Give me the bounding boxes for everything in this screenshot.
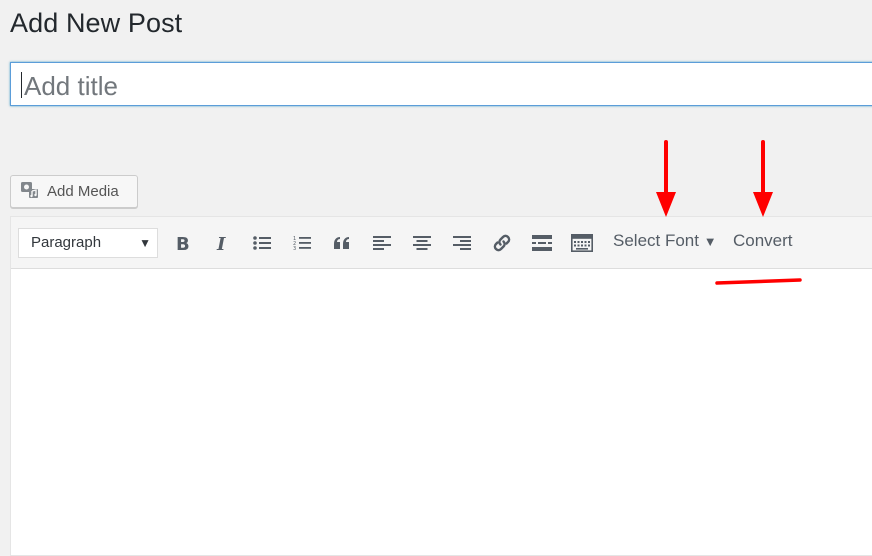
post-title-input[interactable]: Add title — [10, 62, 872, 106]
dropdown-arrow-icon: ▼ — [139, 236, 151, 250]
format-select-value: Paragraph — [31, 234, 102, 251]
read-more-button[interactable] — [529, 230, 555, 256]
align-right-button[interactable] — [449, 230, 475, 256]
annotation-arrow-select-font — [656, 140, 676, 217]
svg-text:B: B — [176, 234, 190, 252]
editor-toolbar: Paragraph ▼ B I 1 2 3 Select Font ▼ Conv… — [11, 217, 872, 269]
text-caret — [21, 72, 22, 98]
annotation-arrow-convert — [753, 140, 773, 217]
align-left-icon — [373, 236, 391, 250]
blockquote-icon — [334, 237, 349, 249]
italic-button[interactable]: I — [209, 230, 235, 256]
add-media-label: Add Media — [47, 183, 119, 200]
link-icon — [493, 234, 511, 252]
post-editor: Paragraph ▼ B I 1 2 3 Select Font ▼ Conv… — [10, 216, 872, 556]
convert-button[interactable]: Convert — [733, 231, 793, 251]
align-center-button[interactable] — [409, 230, 435, 256]
keyboard-icon — [571, 234, 593, 252]
select-font-dropdown[interactable]: Select Font ▼ — [613, 231, 717, 251]
add-media-button[interactable]: Add Media — [10, 175, 138, 208]
title-placeholder: Add title — [24, 71, 118, 101]
dropdown-arrow-icon: ▼ — [703, 234, 717, 249]
align-right-icon — [453, 236, 471, 250]
numbered-list-button[interactable]: 1 2 3 — [289, 230, 315, 256]
bulleted-list-icon — [253, 236, 271, 250]
svg-text:3: 3 — [293, 246, 296, 251]
select-font-label: Select Font — [613, 231, 699, 250]
bold-icon: B — [176, 234, 190, 252]
media-camera-icon — [20, 180, 40, 204]
editor-content-area[interactable] — [11, 269, 872, 555]
align-left-button[interactable] — [369, 230, 395, 256]
bold-button[interactable]: B — [169, 230, 195, 256]
convert-label: Convert — [733, 231, 793, 250]
numbered-list-icon: 1 2 3 — [293, 236, 311, 251]
bulleted-list-button[interactable] — [249, 230, 275, 256]
page-title: Add New Post — [10, 8, 183, 38]
format-select[interactable]: Paragraph ▼ — [18, 228, 158, 258]
align-center-icon — [413, 236, 431, 250]
italic-icon: I — [216, 234, 226, 252]
insert-link-button[interactable] — [489, 230, 515, 256]
blockquote-button[interactable] — [329, 230, 355, 256]
read-more-icon — [532, 235, 552, 251]
toolbar-toggle-button[interactable] — [569, 230, 595, 256]
svg-text:I: I — [216, 234, 226, 252]
